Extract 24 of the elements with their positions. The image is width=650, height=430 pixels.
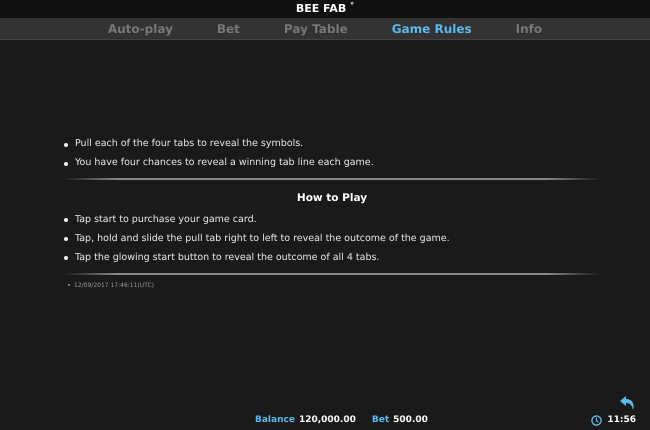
tab[interactable]: Bet xyxy=(214,20,242,38)
bet-label: Bet xyxy=(372,414,390,427)
section-heading: How to Play xyxy=(296,191,368,206)
bullet-icon xyxy=(64,142,68,146)
clock-icon xyxy=(591,415,602,426)
list-item: Tap the glowing start button to reveal the outcome of all 4 tabs. xyxy=(75,251,380,266)
tab[interactable]: Pay Table xyxy=(282,20,350,38)
back-icon[interactable] xyxy=(620,396,636,410)
bullet-icon xyxy=(64,256,68,260)
tab[interactable]: Auto-play xyxy=(106,20,175,38)
game-title: BEE FAB $^{°}$ xyxy=(296,0,354,17)
bullet-icon xyxy=(64,237,68,242)
bullet-icon xyxy=(64,218,68,222)
tab[interactable]: Game Rules xyxy=(390,20,474,38)
list-item: Tap, hold and slide the pull tab right to left to reveal the outcome of the game. xyxy=(75,232,450,246)
balance-value: 120,000.00 xyxy=(298,414,356,427)
list-item: Tap start to purchase your game card. xyxy=(75,213,257,228)
list-item: You have four chances to reveal a winning tab line each game. xyxy=(75,156,374,170)
balance-label: Balance xyxy=(255,414,295,427)
bullet-icon xyxy=(64,162,68,166)
list-item: Pull each of the four tabs to reveal the symbols. xyxy=(75,137,304,152)
tab[interactable]: Info xyxy=(514,20,544,38)
clock-time: 11:56 xyxy=(607,414,636,427)
bet-value: 500.00 xyxy=(393,414,428,427)
